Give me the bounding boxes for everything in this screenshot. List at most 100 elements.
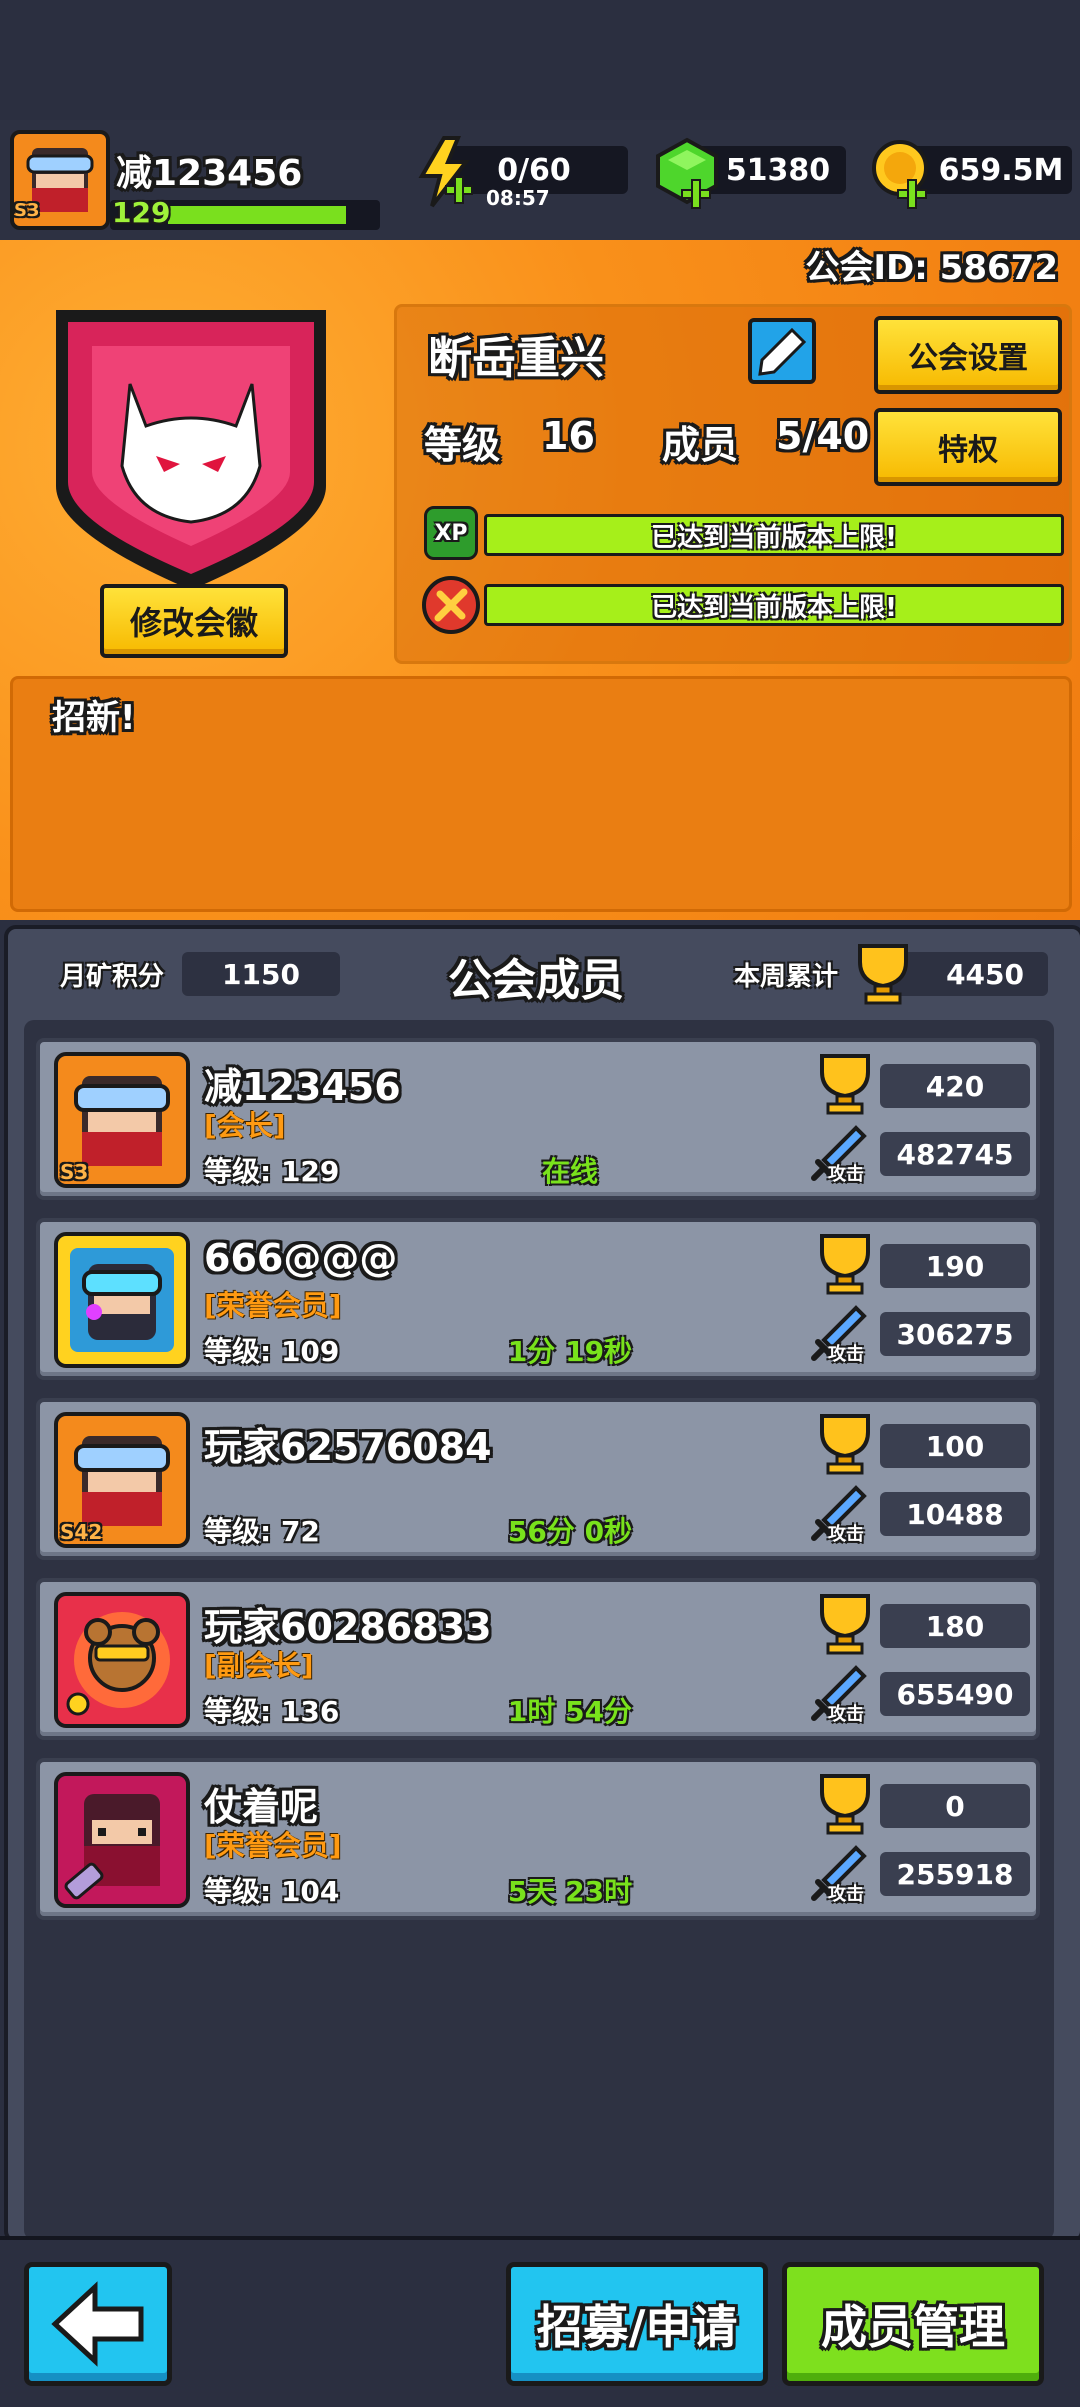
member-avatar bbox=[54, 1772, 190, 1908]
member-trophy-value: 0 bbox=[945, 1789, 965, 1823]
attack-label: 攻击 bbox=[828, 1524, 864, 1545]
member-attack-value: 306275 bbox=[896, 1317, 1014, 1351]
member-attack-pill: 306275 bbox=[880, 1312, 1030, 1356]
guild-progress-bar-text: 已达到当前版本上限! bbox=[651, 592, 897, 623]
character-icon bbox=[64, 1794, 160, 1900]
level-prefix: 等级: bbox=[204, 1695, 272, 1728]
edit-name-button[interactable] bbox=[748, 318, 816, 384]
character-icon bbox=[70, 1248, 174, 1352]
guild-id: 公会ID: 58672 bbox=[805, 248, 1058, 288]
member-row[interactable]: S3 减123456 [会长] 等级: 129 在线 420 攻击 482745 bbox=[36, 1038, 1040, 1200]
member-name: 666@@@ bbox=[204, 1236, 398, 1280]
member-attack-pill: 482745 bbox=[880, 1132, 1030, 1176]
member-row[interactable]: 仗着呢 [荣誉会员] 等级: 104 5天 23时 0 攻击 255918 bbox=[36, 1758, 1040, 1920]
attack-label: 攻击 bbox=[828, 1704, 864, 1725]
member-level-value: 136 bbox=[280, 1695, 340, 1728]
level-prefix: 等级: bbox=[204, 1155, 272, 1188]
weekly-total-value: 4450 bbox=[946, 957, 1024, 991]
trophy-icon bbox=[820, 1054, 870, 1115]
member-list[interactable]: S3 减123456 [会长] 等级: 129 在线 420 攻击 482745 bbox=[24, 1020, 1054, 2240]
member-trophy-value: 180 bbox=[925, 1609, 985, 1643]
member-trophy-pill: 420 bbox=[880, 1064, 1030, 1108]
member-online-status: 在线 bbox=[541, 1155, 598, 1188]
player-xp-fill bbox=[168, 206, 346, 224]
attack-label: 攻击 bbox=[828, 1884, 864, 1905]
monthly-mine-label: 月矿积分 bbox=[60, 962, 165, 992]
guild-level-label: 等级 bbox=[424, 423, 501, 467]
member-online-status: 5天 23时 bbox=[507, 1875, 633, 1908]
member-level-value: 109 bbox=[280, 1335, 340, 1368]
privilege-button[interactable]: 特权 bbox=[874, 408, 1062, 486]
privilege-label: 特权 bbox=[938, 433, 998, 468]
gem-icon[interactable] bbox=[652, 134, 722, 214]
member-rank: [荣誉会员] bbox=[204, 1829, 342, 1862]
member-level: 等级: 129 bbox=[204, 1150, 339, 1190]
attack-label: 攻击 bbox=[828, 1344, 864, 1365]
member-rank: [副会长] bbox=[204, 1649, 314, 1682]
guild-name: 断岳重兴 bbox=[428, 333, 604, 384]
guild-progress-bar: 已达到当前版本上限! bbox=[484, 584, 1064, 626]
system-status-bar bbox=[0, 0, 1080, 120]
xp-tag: XP bbox=[434, 520, 468, 546]
guild-header: 公会ID: 58672 修改会徽 断岳重兴 公会设置 等级 16 成员 5/40… bbox=[0, 240, 1080, 920]
recruit-apply-label: 招募/申请 bbox=[536, 2300, 738, 2354]
member-online-status: 1分 19秒 bbox=[507, 1335, 633, 1368]
player-level: 129 bbox=[112, 196, 171, 229]
level-prefix: 等级: bbox=[204, 1335, 272, 1368]
trophy-icon bbox=[820, 1234, 870, 1295]
guild-xp-bar: 已达到当前版本上限! bbox=[484, 514, 1064, 556]
energy-bolt-icon[interactable] bbox=[416, 134, 476, 214]
member-attack-value: 655490 bbox=[896, 1677, 1014, 1711]
character-icon bbox=[66, 1612, 170, 1716]
xp-icon: XP bbox=[424, 506, 478, 560]
member-row[interactable]: 666@@@ [荣誉会员] 等级: 109 1分 19秒 190 攻击 3062… bbox=[36, 1218, 1040, 1380]
member-avatar bbox=[54, 1232, 190, 1368]
monthly-mine-value: 1150 bbox=[222, 957, 300, 991]
member-attack-pill: 255918 bbox=[880, 1852, 1030, 1896]
level-prefix: 等级: bbox=[204, 1875, 272, 1908]
member-attack-value: 482745 bbox=[896, 1137, 1014, 1171]
member-row[interactable]: S42 玩家62576084 等级: 72 56分 0秒 100 攻击 1048… bbox=[36, 1398, 1040, 1560]
member-level-value: 72 bbox=[280, 1515, 320, 1548]
guild-members-value: 5/40 bbox=[776, 414, 870, 458]
attack-label: 攻击 bbox=[828, 1164, 864, 1185]
build-tools-icon bbox=[422, 576, 480, 634]
member-name: 玩家62576084 bbox=[204, 1425, 492, 1469]
member-trophy-pill: 180 bbox=[880, 1604, 1030, 1648]
back-button[interactable] bbox=[24, 2262, 172, 2386]
guild-settings-button[interactable]: 公会设置 bbox=[874, 316, 1062, 394]
member-rank: [会长] bbox=[204, 1109, 286, 1142]
member-trophy-pill: 190 bbox=[880, 1244, 1030, 1288]
announcement-box[interactable] bbox=[10, 676, 1072, 912]
back-arrow-icon bbox=[51, 2281, 144, 2367]
member-attack-value: 10488 bbox=[906, 1497, 1004, 1531]
recruit-apply-button[interactable]: 招募/申请 bbox=[506, 2262, 768, 2386]
member-name: 减123456 bbox=[204, 1065, 401, 1109]
change-emblem-label: 修改会徽 bbox=[129, 604, 258, 642]
member-trophy-value: 190 bbox=[925, 1249, 985, 1283]
member-trophy-value: 100 bbox=[925, 1429, 985, 1463]
member-attack-value: 255918 bbox=[896, 1857, 1014, 1891]
member-name: 仗着呢 bbox=[204, 1785, 319, 1829]
member-trophy-pill: 0 bbox=[880, 1784, 1030, 1828]
member-rank: [荣誉会员] bbox=[204, 1289, 342, 1322]
top-resource-bar: S3 减123456 129 0/60 08:57 51380 659.5M bbox=[0, 120, 1080, 244]
member-level: 等级: 109 bbox=[204, 1330, 339, 1370]
member-level-value: 129 bbox=[280, 1155, 340, 1188]
trophy-icon bbox=[820, 1774, 870, 1835]
trophy-icon bbox=[858, 944, 908, 1005]
coin-icon[interactable] bbox=[868, 134, 938, 214]
member-row[interactable]: 玩家60286833 [副会长] 等级: 136 1时 54分 180 攻击 6… bbox=[36, 1578, 1040, 1740]
member-online-status: 1时 54分 bbox=[507, 1695, 633, 1728]
change-emblem-button[interactable]: 修改会徽 bbox=[100, 584, 288, 658]
member-attack-pill: 655490 bbox=[880, 1672, 1030, 1716]
member-management-button[interactable]: 成员管理 bbox=[782, 2262, 1044, 2386]
member-management-label: 成员管理 bbox=[821, 2300, 1005, 2354]
member-name: 玩家60286833 bbox=[204, 1605, 492, 1649]
energy-timer: 08:57 bbox=[486, 186, 550, 210]
member-level: 等级: 104 bbox=[204, 1870, 339, 1910]
trophy-icon bbox=[820, 1594, 870, 1655]
member-attack-pill: 10488 bbox=[880, 1492, 1030, 1536]
pencil-icon bbox=[758, 327, 807, 376]
guild-emblem-icon bbox=[56, 310, 326, 590]
